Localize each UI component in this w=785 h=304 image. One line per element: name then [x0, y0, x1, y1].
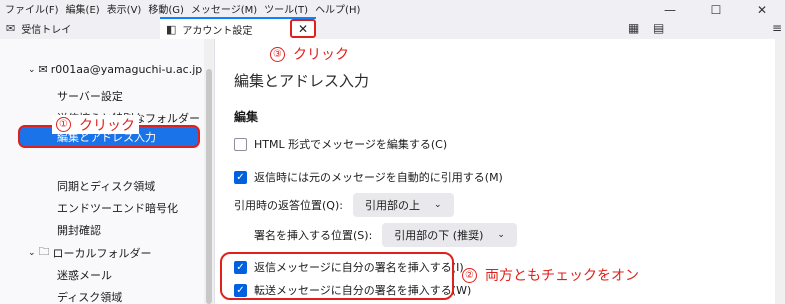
tab-inbox-label: 受信トレイ	[21, 24, 72, 36]
tab-account-label: アカウント設定	[182, 25, 253, 37]
main-scrollbar[interactable]	[775, 39, 785, 304]
sidebar-item-server[interactable]: サーバー設定	[57, 88, 123, 104]
signature-position-value: 引用部の下 (推奨)	[394, 229, 484, 242]
sidebar-item-receipts[interactable]: 開封確認	[57, 222, 101, 238]
chevron-down-icon[interactable]: ⌄	[28, 248, 36, 258]
signature-position-label: 署名を挿入する位置(S):	[254, 229, 373, 242]
sidebar: ⌄ ✉ r001aa@yamaguchi-u.ac.jp サーバー設定 送信控え…	[0, 39, 215, 304]
quote-reply-label: 返信時には元のメッセージを自動的に引用する(M)	[254, 171, 503, 184]
step3-text: クリック	[293, 47, 349, 63]
folder-icon: 🗀	[38, 245, 50, 258]
step1-number: ①	[56, 117, 71, 132]
sidebar-item-disk[interactable]: ディスク領域	[57, 289, 122, 304]
reply-position-row: 引用時の返答位置(Q): 引用部の上 ⌄	[234, 193, 454, 217]
menu-file[interactable]: ファイル(F)	[5, 1, 59, 16]
annotation-step1: ① クリック	[52, 115, 139, 134]
tab-bar: ✉ 受信トレイ ◧ アカウント設定	[0, 17, 785, 39]
sidebar-account[interactable]: ⌄ ✉ r001aa@yamaguchi-u.ac.jp	[28, 63, 202, 76]
section-title: 編集	[234, 110, 259, 124]
menu-message[interactable]: メッセージ(M)	[191, 1, 257, 16]
reply-position-label: 引用時の返答位置(Q):	[234, 199, 343, 212]
sidebar-local-folders[interactable]: ⌄ 🗀 ローカルフォルダー	[28, 243, 152, 262]
sidebar-item-sync[interactable]: 同期とディスク領域	[57, 178, 155, 194]
quote-reply-checkbox[interactable]: ✓	[234, 170, 247, 184]
html-compose-option[interactable]: HTML 形式でメッセージを編集する(C)	[234, 136, 447, 152]
chevron-down-icon: ⌄	[497, 230, 505, 240]
sidebar-item-junk[interactable]: 迷惑メール	[57, 267, 112, 283]
menu-edit[interactable]: 編集(E)	[66, 1, 100, 16]
quote-reply-option[interactable]: ✓ 返信時には元のメッセージを自動的に引用する(M)	[234, 169, 503, 185]
reply-position-value: 引用部の上	[364, 199, 420, 212]
menu-help[interactable]: ヘルプ(H)	[315, 1, 360, 16]
chevron-down-icon[interactable]: ⌄	[28, 65, 36, 75]
signature-position-select[interactable]: 引用部の下 (推奨) ⌄	[382, 223, 517, 247]
step3-number: ③	[270, 46, 285, 62]
calendar-icon[interactable]: ▦	[628, 21, 639, 35]
step1-text: クリック	[79, 117, 135, 134]
annotation-highlight-box	[220, 252, 454, 300]
sidebar-item-e2e[interactable]: エンドツーエンド暗号化	[57, 200, 178, 216]
settings-page-icon: ◧	[166, 22, 177, 36]
page-title: 編集とアドレス入力	[234, 72, 370, 90]
tab-close-button[interactable]: ✕	[290, 19, 316, 38]
account-email: r001aa@yamaguchi-u.ac.jp	[50, 63, 203, 76]
sidebar-scroll-thumb[interactable]	[206, 69, 212, 304]
local-folders-label: ローカルフォルダー	[52, 246, 152, 260]
annotation-step2: ② 両方ともチェックをオン	[462, 265, 639, 285]
signature-position-row: 署名を挿入する位置(S): 引用部の下 (推奨) ⌄	[254, 223, 517, 247]
tasks-icon[interactable]: ▤	[653, 21, 664, 35]
tab-inbox[interactable]: ✉ 受信トレイ	[6, 17, 71, 39]
reply-position-select[interactable]: 引用部の上 ⌄	[352, 193, 454, 217]
chevron-down-icon: ⌄	[433, 200, 442, 210]
html-compose-checkbox[interactable]	[234, 137, 247, 151]
menu-icon[interactable]: ≡	[772, 21, 782, 35]
annotation-step3: ③ クリック	[270, 44, 349, 64]
mail-account-icon: ✉	[38, 63, 48, 76]
envelope-icon: ✉	[6, 21, 16, 35]
step2-number: ②	[462, 267, 477, 283]
sidebar-scrollbar[interactable]	[204, 39, 214, 304]
menu-view[interactable]: 表示(V)	[107, 1, 142, 16]
step2-text: 両方ともチェックをオン	[485, 268, 639, 284]
menu-go[interactable]: 移動(G)	[148, 1, 184, 16]
menu-tools[interactable]: ツール(T)	[264, 1, 308, 16]
html-compose-label: HTML 形式でメッセージを編集する(C)	[254, 138, 448, 151]
